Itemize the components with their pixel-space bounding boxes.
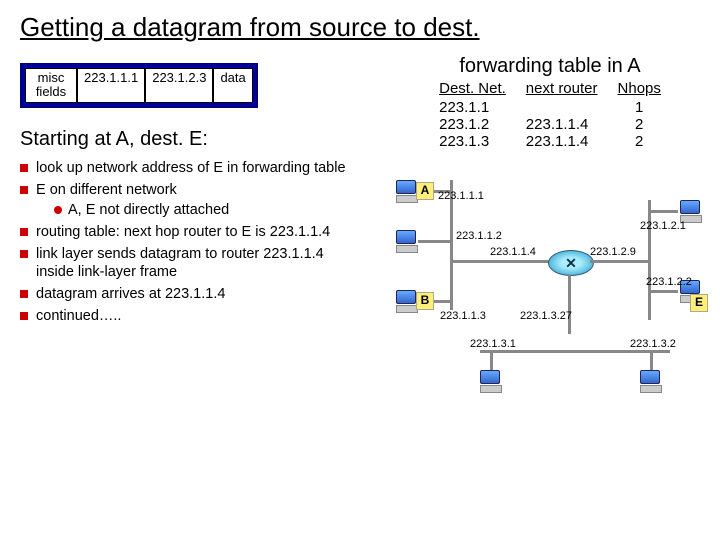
ip-label: 223.1.3.2 [630,338,676,350]
net-segment [490,350,493,370]
net-segment [648,200,651,320]
bullet-list: look up network address of E in forwardi… [20,159,350,326]
host-a-badge: A [416,182,434,200]
fwd-col-dest: Dest. Net. [429,80,516,99]
router-icon: ✕ [548,250,594,276]
list-item: link layer sends datagram to router 223.… [20,245,350,281]
forwarding-table: Dest. Net. next router Nhops 223.1.11 22… [429,80,671,150]
datagram-src-ip: 223.1.1.1 [77,68,145,103]
host-icon [480,370,500,392]
net-segment [418,240,450,243]
datagram-misc: miscfields [25,68,77,103]
net-segment [568,274,571,334]
section-subhead: Starting at A, dest. E: [20,128,350,151]
host-b-badge: B [416,292,434,310]
datagram-dst-ip: 223.1.2.3 [145,68,213,103]
net-segment [650,350,653,370]
host-a-icon [396,180,416,202]
net-segment [590,260,650,263]
ip-label: 223.1.1.3 [440,310,486,322]
list-item: E on different network A, E not directly… [20,181,350,219]
network-diagram: A 223.1.1.1 223.1.1.2 B 223.1.1.3 223.1.… [390,160,710,410]
host-icon [396,230,416,252]
table-row: 223.1.3223.1.1.42 [429,133,671,150]
fwd-table-title: forwarding table in A [390,55,710,78]
list-subitem: A, E not directly attached [54,201,350,219]
table-row: 223.1.2223.1.1.42 [429,116,671,133]
host-icon [640,370,660,392]
ip-label: 223.1.1.1 [438,190,484,202]
list-item: continued….. [20,307,350,325]
host-icon [680,200,700,222]
datagram-box: miscfields 223.1.1.1 223.1.2.3 data [20,63,258,108]
ip-label: 223.1.3.1 [470,338,516,350]
ip-label: 223.1.1.4 [490,246,536,258]
datagram-data: data [213,68,252,103]
ip-label: 223.1.2.1 [640,220,686,232]
fwd-col-next: next router [516,80,608,99]
ip-label: 223.1.1.2 [456,230,502,242]
net-segment [648,210,678,213]
list-item: datagram arrives at 223.1.1.4 [20,285,350,303]
page-title: Getting a datagram from source to dest. [20,12,700,43]
host-e-badge: E [690,294,708,312]
list-item: look up network address of E in forwardi… [20,159,350,177]
net-segment [450,260,550,263]
net-segment [648,290,678,293]
table-row: 223.1.11 [429,99,671,116]
net-segment [480,350,670,353]
host-b-icon [396,290,416,312]
ip-label: 223.1.2.9 [590,246,636,258]
list-item: routing table: next hop router to E is 2… [20,223,350,241]
fwd-col-nhops: Nhops [608,80,671,99]
ip-label: 223.1.2.2 [646,276,692,288]
ip-label: 223.1.3.27 [520,310,572,322]
